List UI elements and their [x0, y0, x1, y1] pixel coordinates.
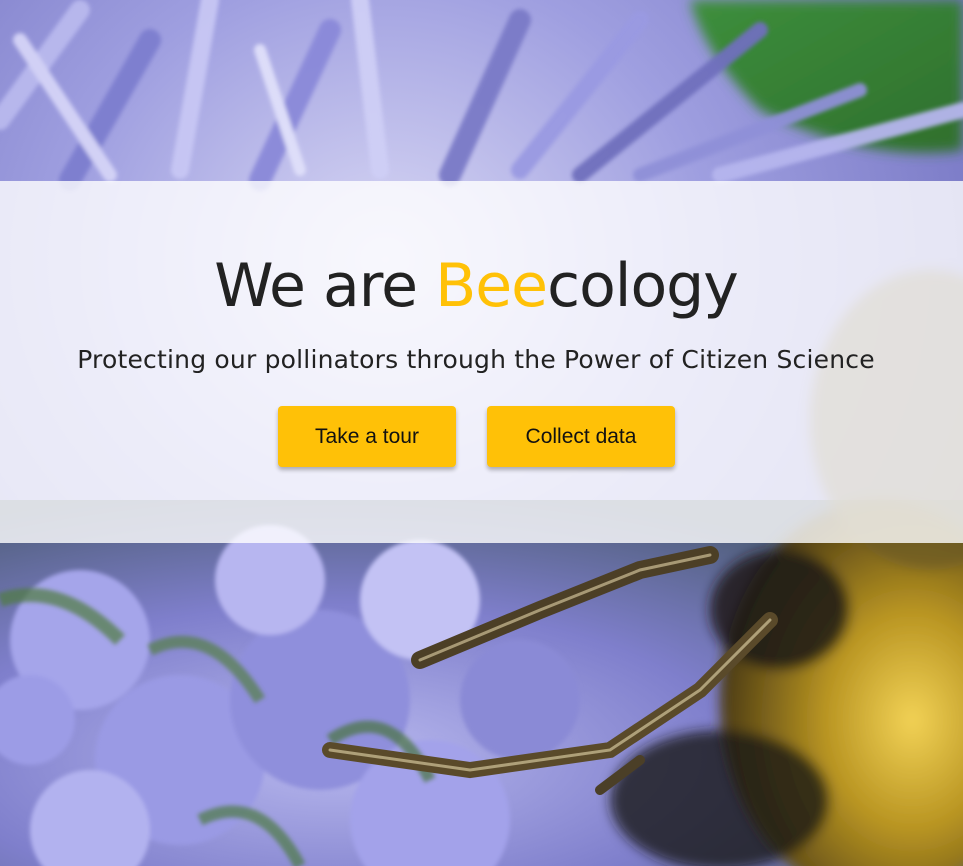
page-title: We are Beecology	[0, 246, 952, 326]
headline-accent: Bee	[435, 251, 548, 321]
collect-data-button[interactable]: Collect data	[487, 406, 675, 467]
tagline: Protecting our pollinators through the P…	[77, 345, 875, 374]
headline-suffix: cology	[547, 251, 739, 321]
take-a-tour-button[interactable]: Take a tour	[278, 406, 456, 467]
headline-prefix: We are	[214, 251, 436, 321]
hero-section: We are Beecology Protecting our pollinat…	[0, 0, 963, 866]
